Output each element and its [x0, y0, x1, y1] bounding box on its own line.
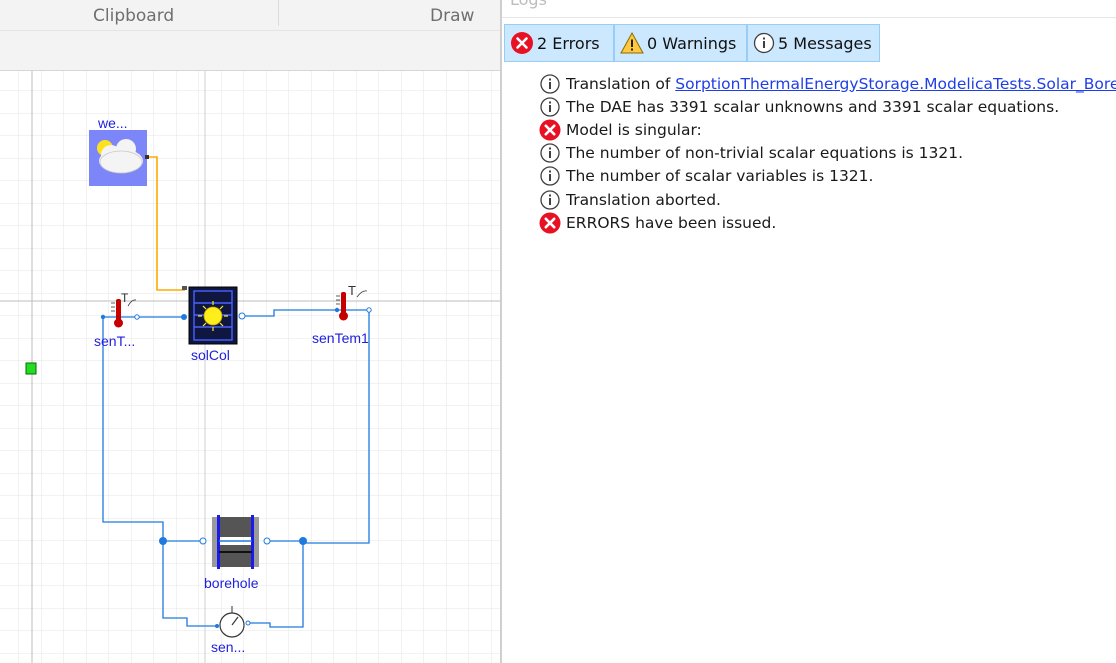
logs-title-divider	[502, 17, 1116, 18]
log-message[interactable]: Translation aborted.	[538, 188, 1116, 211]
info-icon	[540, 97, 560, 117]
messages-tab-label: 5 Messages	[778, 33, 872, 53]
log-message[interactable]: The number of non-trivial scalar equatio…	[538, 142, 1116, 165]
logs-pane: Logs 2 Errors 0 Warnings 5 Messages	[500, 0, 1116, 663]
log-message-text: Translation aborted.	[566, 190, 721, 209]
log-message-text: Translation of SorptionThermalEnergyStor…	[566, 75, 1116, 93]
bottom-sensor-label: sen...	[211, 639, 246, 655]
info-icon	[540, 166, 560, 186]
weather-component[interactable]	[89, 130, 149, 186]
ribbon-divider	[278, 0, 279, 26]
error-icon	[511, 32, 533, 54]
log-message[interactable]: The DAE has 3391 scalar unknowns and 339…	[538, 95, 1116, 118]
ribbon-strip	[0, 31, 500, 71]
draw-group-label: Draw	[430, 6, 475, 26]
sensor-glyph: T	[348, 283, 356, 298]
warnings-tab-label: 0 Warnings	[647, 33, 737, 53]
clipboard-group-label: Clipboard	[93, 6, 175, 26]
diagram-canvas[interactable]: T T we... senT... solCol senTem1 borehol…	[0, 71, 500, 663]
info-icon	[540, 143, 560, 163]
origin-marker[interactable]	[25, 362, 37, 375]
ribbon-group-labels: Clipboard Draw	[0, 0, 500, 31]
log-message[interactable]: Translation of SorptionThermalEnergyStor…	[538, 72, 1116, 95]
info-icon	[540, 73, 560, 94]
log-message-prefix: Translation of	[566, 74, 676, 93]
sentem1-label: senTem1	[312, 330, 369, 346]
messages-filter-tab[interactable]: 5 Messages	[747, 24, 880, 62]
log-message[interactable]: Model is singular:	[538, 118, 1116, 141]
errors-tab-label: 2 Errors	[537, 33, 600, 53]
log-message-list: Translation of SorptionThermalEnergyStor…	[538, 72, 1116, 234]
info-icon	[753, 32, 775, 54]
solar-collector-component[interactable]	[181, 286, 246, 345]
sensor-glyph: T	[121, 291, 129, 305]
warnings-filter-tab[interactable]: 0 Warnings	[614, 24, 747, 62]
log-message[interactable]: ERRORS have been issued.	[538, 211, 1116, 234]
log-message-text: The DAE has 3391 scalar unknowns and 339…	[566, 97, 1060, 116]
borehole-label: borehole	[204, 575, 259, 591]
model-link[interactable]: SorptionThermalEnergyStorage.ModelicaTes…	[675, 75, 1116, 93]
log-message-text: Model is singular:	[566, 120, 702, 139]
log-message-text: The number of non-trivial scalar equatio…	[566, 144, 964, 163]
weather-label: we...	[98, 115, 128, 131]
log-message-text: The number of scalar variables is 1321.	[566, 167, 874, 186]
info-icon	[540, 189, 560, 210]
solcol-label: solCol	[191, 347, 230, 363]
warning-icon	[620, 31, 644, 54]
left-sensor-label: senT...	[94, 333, 136, 349]
log-message[interactable]: The number of scalar variables is 1321.	[538, 165, 1116, 188]
error-icon	[539, 212, 561, 234]
logs-title: Logs	[510, 0, 547, 9]
log-message-text: ERRORS have been issued.	[566, 213, 777, 232]
errors-filter-tab[interactable]: 2 Errors	[504, 24, 614, 62]
error-icon	[539, 119, 561, 141]
